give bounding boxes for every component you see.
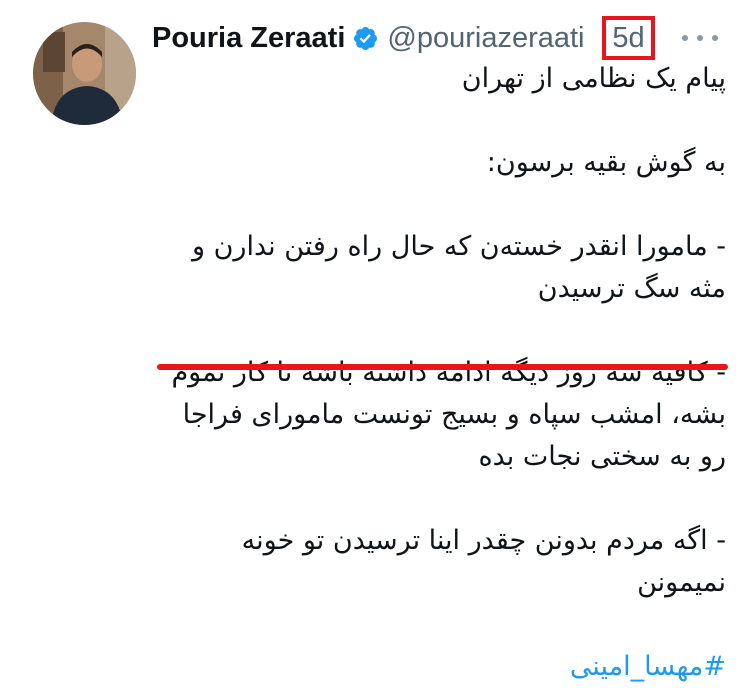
author-handle[interactable]: @pouriazeraati (387, 22, 584, 55)
tweet-text-line: مثه سگ ترسیدن (537, 273, 726, 304)
more-options-icon[interactable] (682, 24, 718, 52)
author-display-name[interactable]: Pouria Zeraati (152, 22, 345, 55)
tweet-text-line (146, 478, 726, 520)
tweet-text-line (146, 100, 726, 142)
tweet-text-line: - مامورا انقدر خسته‌ن که حال راه رفتن ند… (191, 231, 726, 262)
hashtag-line: #مهسا_امینی (146, 646, 726, 688)
verified-badge-icon (352, 25, 379, 52)
tweet-timestamp[interactable]: 5d (602, 16, 655, 60)
timestamp-text: 5d (612, 21, 645, 54)
avatar[interactable] (33, 22, 136, 125)
tweet-text-line: نمیمونن (637, 567, 726, 598)
tweet-text: پیام یک نظامی از تهران به گوش بقیه برسون… (146, 58, 726, 688)
tweet-text-line (146, 604, 726, 646)
tweet-text-line: به گوش بقیه برسون: (486, 147, 726, 178)
tweet-text-line: بشه، امشب سپاه و بسیج تونست مامورای فراج… (182, 399, 726, 430)
tweet-text-line: - اگه مردم بدونن چقدر اینا ترسیدن تو خون… (241, 525, 726, 556)
hashtag-link[interactable]: #مهسا_امینی (570, 651, 726, 682)
tweet-text-line: رو به سختی نجات بده (478, 441, 726, 472)
tweet-header: Pouria Zeraati @pouriazeraati (152, 14, 585, 62)
tweet: Pouria Zeraati @pouriazeraati 5d پیام یک… (0, 0, 750, 682)
tweet-text-line (146, 184, 726, 226)
red-underline-annotation (157, 364, 728, 370)
tweet-text-line: - کافیه سه روز دیگه ادامه داشته باشه تا … (171, 357, 726, 388)
tweet-text-line: پیام یک نظامی از تهران (461, 63, 726, 94)
tweet-text-line (146, 310, 726, 352)
